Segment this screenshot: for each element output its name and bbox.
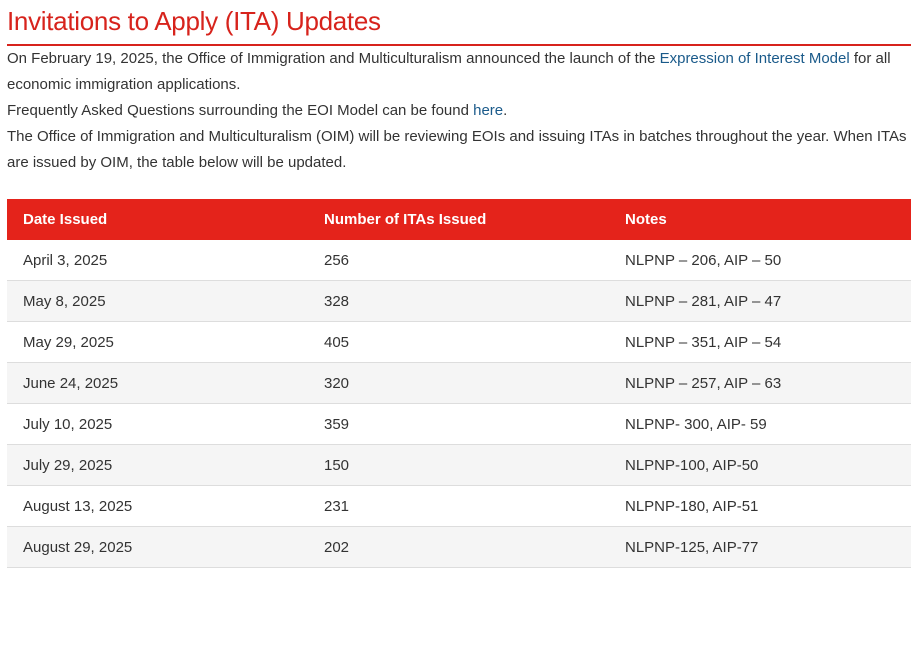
cell-date: August 29, 2025: [7, 526, 308, 568]
intro-paragraph-review: The Office of Immigration and Multicultu…: [7, 128, 907, 171]
cell-count: 320: [308, 362, 609, 404]
header-date-issued: Date Issued: [7, 199, 308, 240]
page-title: Invitations to Apply (ITA) Updates: [7, 6, 381, 36]
cell-notes: NLPNP – 351, AIP – 54: [609, 321, 911, 363]
faq-text-before-link: Frequently Asked Questions surrounding t…: [7, 102, 474, 119]
cell-count: 202: [308, 526, 609, 568]
expression-of-interest-link[interactable]: Expression of Interest Model: [660, 50, 850, 67]
table-row: April 3, 2025 256 NLPNP – 206, AIP – 50: [7, 240, 911, 281]
cell-count: 231: [308, 485, 609, 527]
cell-date: July 10, 2025: [7, 403, 308, 445]
cell-date: May 29, 2025: [7, 321, 308, 363]
table-row: July 29, 2025 150 NLPNP-100, AIP-50: [7, 444, 911, 486]
cell-count: 328: [308, 280, 609, 322]
cell-notes: NLPNP-100, AIP-50: [609, 444, 911, 486]
header-notes: Notes: [609, 199, 911, 240]
table-row: June 24, 2025 320 NLPNP – 257, AIP – 63: [7, 362, 911, 404]
faq-here-link[interactable]: here: [473, 102, 503, 119]
table-row: August 13, 2025 231 NLPNP-180, AIP-51: [7, 485, 911, 527]
table-row: May 8, 2025 328 NLPNP – 281, AIP – 47: [7, 280, 911, 322]
table-row: May 29, 2025 405 NLPNP – 351, AIP – 54: [7, 321, 911, 363]
cell-count: 150: [308, 444, 609, 486]
cell-notes: NLPNP- 300, AIP- 59: [609, 403, 911, 445]
cell-date: June 24, 2025: [7, 362, 308, 404]
cell-date: April 3, 2025: [7, 240, 308, 281]
table-header-row: Date Issued Number of ITAs Issued Notes: [7, 199, 911, 240]
table-row: August 29, 2025 202 NLPNP-125, AIP-77: [7, 526, 911, 568]
cell-date: July 29, 2025: [7, 444, 308, 486]
cell-count: 359: [308, 403, 609, 445]
cell-date: May 8, 2025: [7, 280, 308, 322]
ita-table: Date Issued Number of ITAs Issued Notes …: [7, 199, 911, 568]
intro-text-before-link: On February 19, 2025, the Office of Immi…: [7, 50, 660, 67]
cell-count: 405: [308, 321, 609, 363]
cell-notes: NLPNP – 281, AIP – 47: [609, 280, 911, 322]
cell-notes: NLPNP-180, AIP-51: [609, 485, 911, 527]
table-row: July 10, 2025 359 NLPNP- 300, AIP- 59: [7, 403, 911, 445]
page: Invitations to Apply (ITA) Updates On Fe…: [0, 0, 917, 568]
cell-notes: NLPNP-125, AIP-77: [609, 526, 911, 568]
intro-paragraph-launch: On February 19, 2025, the Office of Immi…: [7, 46, 911, 98]
cell-date: August 13, 2025: [7, 485, 308, 527]
header-number-of-itas: Number of ITAs Issued: [308, 199, 609, 240]
faq-text-after-link: .: [503, 102, 508, 119]
cell-notes: NLPNP – 206, AIP – 50: [609, 240, 911, 281]
cell-notes: NLPNP – 257, AIP – 63: [609, 362, 911, 404]
cell-count: 256: [308, 240, 609, 281]
intro-paragraph-faq: Frequently Asked Questions surrounding t…: [7, 98, 911, 124]
